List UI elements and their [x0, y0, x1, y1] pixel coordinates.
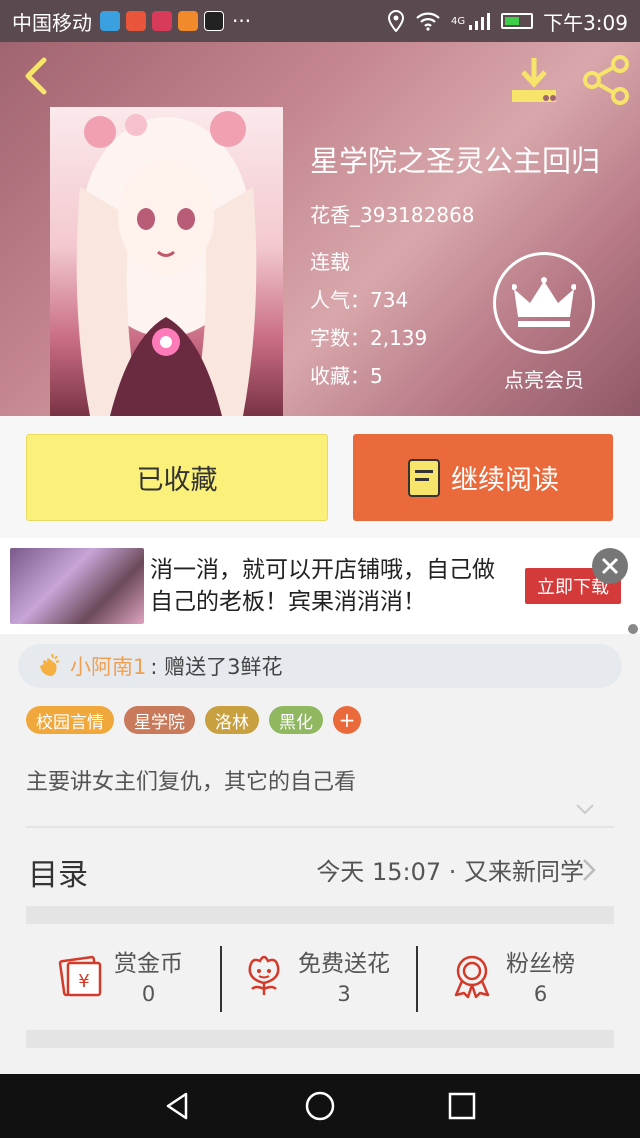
free-flowers-button[interactable]: 免费送花 3: [240, 944, 390, 1006]
gift-sender[interactable]: 小阿南1: [70, 651, 146, 681]
book-icon: [408, 458, 440, 497]
notification-icons: [100, 11, 224, 31]
reward-coins-label: 赏金币: [114, 951, 183, 977]
ad-marker-icon: [628, 624, 638, 634]
back-button[interactable]: [14, 54, 58, 98]
favorites-label: 收藏：: [310, 364, 370, 388]
ad-image[interactable]: [10, 548, 144, 624]
gift-notice: 小阿南1 : 赠送了3鲜花: [18, 644, 622, 688]
gift-message: : 赠送了3鲜花: [150, 655, 283, 679]
wifi-icon: [416, 12, 440, 31]
nav-home-icon[interactable]: [304, 1090, 336, 1122]
toc-label: 目录: [28, 858, 88, 893]
cover-illustration: [76, 111, 257, 416]
carrier-name: 中国移动: [12, 10, 92, 35]
word-count-stat: 字数：2,139: [310, 322, 427, 351]
popularity-value: 734: [370, 288, 409, 312]
section-separator: [26, 906, 614, 924]
latest-chapter: 今天 15:07 · 又来新同学: [316, 858, 584, 886]
clap-icon: [40, 653, 60, 676]
reward-coins-value: 0: [141, 982, 156, 1006]
popularity-label: 人气：: [310, 288, 370, 312]
download-icon: [512, 58, 556, 102]
signal-icon: [469, 13, 491, 30]
status-bar: 中国移动 ··· 4G 下午3:09: [0, 0, 640, 42]
download-button[interactable]: [508, 54, 560, 106]
table-of-contents-row[interactable]: 目录 今天 15:07 · 又来新同学: [0, 830, 640, 908]
favorites-stat: 收藏：5: [310, 360, 383, 389]
location-icon: [387, 10, 404, 32]
fan-ranking-value: 6: [533, 982, 548, 1006]
video-app-icon: [126, 11, 146, 31]
continue-reading-button[interactable]: 继续阅读: [353, 434, 613, 521]
add-tag-button[interactable]: +: [333, 706, 361, 734]
network-type: 4G: [450, 15, 466, 27]
expand-chevron-icon[interactable]: [574, 798, 596, 820]
book-cover[interactable]: [50, 107, 283, 416]
tag-list: 校园言情 星学院 洛林 黑化 +: [26, 706, 361, 734]
book-status: 连载: [310, 250, 350, 274]
clock: 下午3:09: [543, 10, 628, 35]
book-title: 星学院之圣灵公主回归: [310, 144, 601, 178]
favorited-label: 已收藏: [136, 465, 218, 496]
chevron-left-icon: [25, 57, 47, 95]
ad-close-button[interactable]: [592, 548, 628, 584]
vip-label: 点亮会员: [504, 368, 584, 392]
book-description: 主要讲女主们复仇，其它的自己看: [26, 770, 357, 795]
tag-item[interactable]: 校园言情: [26, 706, 114, 734]
tag-item[interactable]: 洛林: [205, 706, 259, 734]
share-button[interactable]: [580, 54, 632, 106]
continue-reading-label: 继续阅读: [451, 465, 559, 496]
fan-ranking-label: 粉丝榜: [506, 951, 575, 977]
favorites-value: 5: [370, 364, 383, 388]
book-header: 星学院之圣灵公主回归 花香_393182868 连载 人气：734 字数：2,1…: [0, 42, 640, 416]
share-icon: [583, 55, 629, 105]
book-author[interactable]: 花香_393182868: [310, 199, 475, 228]
fan-ranking-button[interactable]: 粉丝榜 6: [448, 944, 575, 1006]
support-stats: ¥ 赏金币 0 免费送花 3 粉丝榜 6: [0, 926, 640, 1030]
tiktok-icon: [204, 11, 224, 31]
free-flowers-label: 免费送花: [298, 951, 390, 977]
red-envelope-icon: ¥: [58, 955, 102, 997]
svg-text:¥: ¥: [78, 971, 89, 992]
more-notifications-icon: ···: [232, 9, 252, 33]
word-count-label: 字数：: [310, 326, 370, 350]
nav-back-icon[interactable]: [162, 1090, 194, 1122]
action-bar: 已收藏 继续阅读: [0, 416, 640, 538]
app-notification-icon: [100, 11, 120, 31]
popularity-stat: 人气：734: [310, 284, 408, 313]
favorited-button[interactable]: 已收藏: [26, 434, 328, 521]
flower-icon: [248, 955, 280, 995]
divider: [26, 826, 614, 828]
close-icon: [601, 557, 619, 575]
divider: [220, 946, 222, 1012]
nav-recents-icon[interactable]: [446, 1090, 478, 1122]
free-flowers-value: 3: [337, 982, 351, 1006]
chevron-right-icon: [583, 859, 596, 881]
tag-item[interactable]: 星学院: [124, 706, 195, 734]
award-ribbon-icon: [454, 955, 490, 999]
music-app-icon: [152, 11, 172, 31]
game-app-icon: [178, 11, 198, 31]
ad-banner[interactable]: 消一消，就可以开店铺哦，自己做自己的老板！宾果消消消！ 立即下载: [0, 538, 640, 634]
divider: [416, 946, 418, 1012]
word-count-value: 2,139: [370, 326, 428, 350]
section-separator: [26, 1030, 614, 1048]
tag-item[interactable]: 黑化: [269, 706, 323, 734]
ad-text: 消一消，就可以开店铺哦，自己做自己的老板！宾果消消消！: [150, 557, 495, 615]
crown-icon: [512, 277, 576, 327]
system-nav-bar: [0, 1074, 640, 1138]
reward-coins-button[interactable]: ¥ 赏金币 0: [56, 944, 183, 1006]
vip-button[interactable]: [493, 252, 595, 354]
battery-icon: [501, 13, 534, 29]
